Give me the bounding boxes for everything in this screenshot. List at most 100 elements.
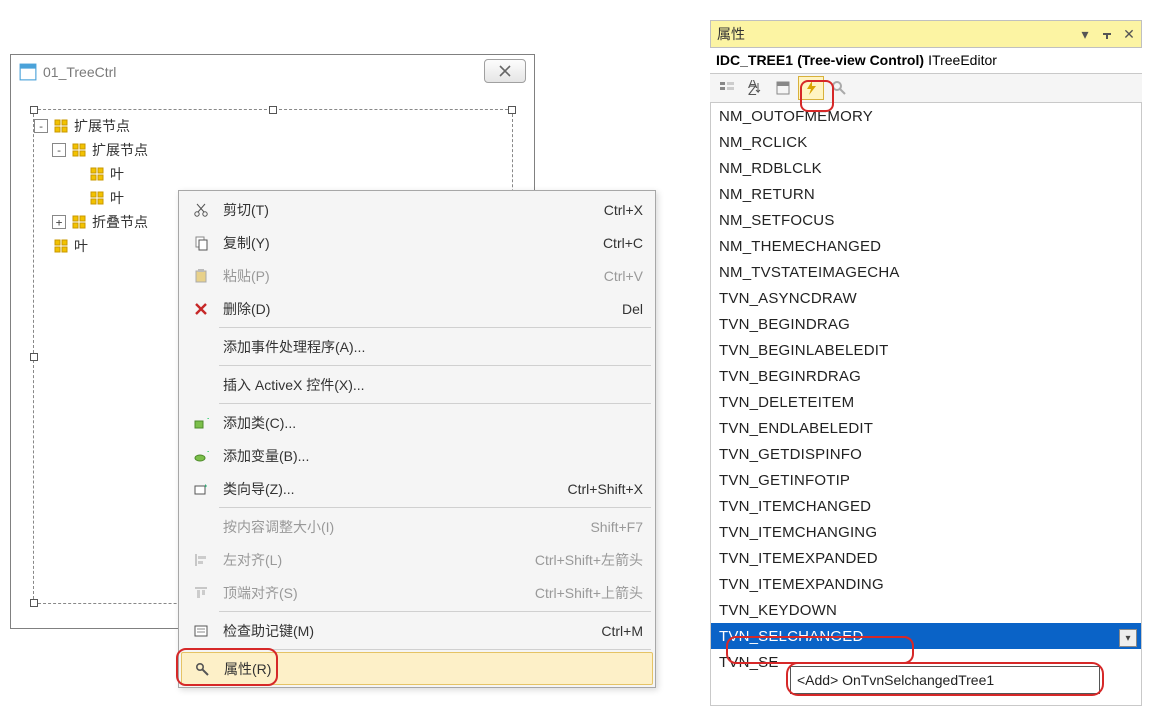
menu-item[interactable]: ﹢添加类(C)... xyxy=(181,406,653,439)
context-menu[interactable]: 剪切(T)Ctrl+X复制(Y)Ctrl+C粘贴(P)Ctrl+V删除(D)De… xyxy=(178,190,656,688)
event-row[interactable]: NM_TVSTATEIMAGECHA xyxy=(711,259,1141,285)
menu-item[interactable]: ﹢ 添加变量(B)... xyxy=(181,439,653,472)
event-row[interactable]: TVN_SELCHANGED xyxy=(711,623,1141,649)
menu-item-shortcut: Del xyxy=(622,301,643,317)
cut-icon xyxy=(185,202,217,218)
app-icon xyxy=(19,63,37,81)
svg-text:﹢: ﹢ xyxy=(203,415,209,425)
resize-handle[interactable] xyxy=(30,106,38,114)
tree-node[interactable]: - 扩展节点 xyxy=(34,138,512,162)
tree-node-icon xyxy=(52,237,70,255)
event-row[interactable]: NM_RETURN xyxy=(711,181,1141,207)
tree-node-label: 叶 xyxy=(110,188,124,208)
menu-item: 左对齐(L)Ctrl+Shift+左箭头 xyxy=(181,543,653,576)
svg-text:﹢: ﹢ xyxy=(203,448,209,458)
menu-item[interactable]: 复制(Y)Ctrl+C xyxy=(181,226,653,259)
tree-node-icon xyxy=(88,165,106,183)
properties-panel-titlebar[interactable]: 属性 ▾ ✕ xyxy=(710,20,1142,48)
events-icon[interactable] xyxy=(798,76,824,100)
messages-icon[interactable] xyxy=(826,76,852,100)
menu-item-label: 删除(D) xyxy=(217,299,622,319)
collapse-icon[interactable]: - xyxy=(52,143,66,157)
menu-item-shortcut: Shift+F7 xyxy=(590,519,643,535)
categorized-icon[interactable] xyxy=(714,76,740,100)
dropdown-icon[interactable]: ▾ xyxy=(1077,26,1093,42)
alignt-icon xyxy=(185,585,217,601)
menu-item-shortcut: Ctrl+Shift+上箭头 xyxy=(535,583,643,603)
menu-item-label: 剪切(T) xyxy=(217,200,604,220)
tree-node[interactable]: - 扩展节点 xyxy=(34,114,512,138)
addclass-icon: ﹢ xyxy=(185,415,217,431)
tree-node-label: 叶 xyxy=(110,164,124,184)
resize-handle[interactable] xyxy=(508,106,516,114)
addvar-icon: ﹢ xyxy=(185,448,217,464)
event-row[interactable]: TVN_ITEMEXPANDED xyxy=(711,545,1141,571)
dialog-titlebar[interactable]: 01_TreeCtrl xyxy=(11,55,534,89)
dialog-title-text: 01_TreeCtrl xyxy=(43,64,116,80)
menu-item-label: 复制(Y) xyxy=(217,233,603,253)
event-row[interactable]: TVN_KEYDOWN xyxy=(711,597,1141,623)
resize-handle[interactable] xyxy=(30,599,38,607)
menu-separator xyxy=(219,611,651,612)
properties-event-list[interactable]: NM_OUTOFMEMORYNM_RCLICKNM_RDBLCLKNM_RETU… xyxy=(710,103,1142,706)
tree-node-label: 扩展节点 xyxy=(92,140,148,160)
menu-separator xyxy=(219,649,651,650)
menu-item-label: 添加变量(B)... xyxy=(217,446,643,466)
menu-item-shortcut: Ctrl+Shift+左箭头 xyxy=(535,550,643,570)
resize-handle[interactable] xyxy=(269,106,277,114)
menu-item[interactable]: 删除(D)Del xyxy=(181,292,653,325)
paste-icon xyxy=(185,268,217,284)
close-icon[interactable]: ✕ xyxy=(1121,26,1137,42)
resize-handle[interactable] xyxy=(30,353,38,361)
menu-item-label: 属性(R) xyxy=(218,659,642,679)
tree-node-label: 扩展节点 xyxy=(74,116,130,136)
menu-item-shortcut: Ctrl+C xyxy=(603,235,643,251)
event-row[interactable]: TVN_ENDLABELEDIT xyxy=(711,415,1141,441)
menu-item-shortcut: Ctrl+M xyxy=(601,623,643,639)
event-row[interactable]: TVN_ITEMEXPANDING xyxy=(711,571,1141,597)
event-row[interactable]: TVN_DELETEITEM xyxy=(711,389,1141,415)
menu-item[interactable]: 添加事件处理程序(A)... xyxy=(181,330,653,363)
add-handler-text: <Add> OnTvnSelchangedTree1 xyxy=(797,672,994,688)
tree-node[interactable]: 叶 xyxy=(34,162,512,186)
event-row[interactable]: TVN_GETINFOTIP xyxy=(711,467,1141,493)
menu-item[interactable]: 剪切(T)Ctrl+X xyxy=(181,193,653,226)
tree-node-icon xyxy=(88,189,106,207)
wizard-icon xyxy=(185,481,217,497)
menu-item[interactable]: 检查助记键(M)Ctrl+M xyxy=(181,614,653,647)
alphabetical-icon[interactable]: AZ xyxy=(742,76,768,100)
properties-icon[interactable] xyxy=(770,76,796,100)
collapse-icon[interactable]: - xyxy=(34,119,48,133)
menu-item-label: 按内容调整大小(I) xyxy=(217,517,590,537)
event-row[interactable]: TVN_GETDISPINFO xyxy=(711,441,1141,467)
event-row[interactable]: TVN_BEGINLABELEDIT xyxy=(711,337,1141,363)
menu-item[interactable]: 插入 ActiveX 控件(X)... xyxy=(181,368,653,401)
event-row[interactable]: TVN_BEGINRDRAG xyxy=(711,363,1141,389)
event-row[interactable]: NM_SETFOCUS xyxy=(711,207,1141,233)
menu-separator xyxy=(219,365,651,366)
event-row[interactable]: TVN_BEGINDRAG xyxy=(711,311,1141,337)
expand-icon[interactable]: + xyxy=(52,215,66,229)
event-row[interactable]: NM_OUTOFMEMORY xyxy=(711,103,1141,129)
menu-item[interactable]: 类向导(Z)...Ctrl+Shift+X xyxy=(181,472,653,505)
event-row[interactable]: TVN_ITEMCHANGING xyxy=(711,519,1141,545)
pin-icon[interactable] xyxy=(1099,26,1115,42)
event-row[interactable]: TVN_ITEMCHANGED xyxy=(711,493,1141,519)
menu-item-label: 左对齐(L) xyxy=(217,550,535,570)
tree-node-icon xyxy=(52,117,70,135)
copy-icon xyxy=(185,235,217,251)
event-row[interactable]: TVN_ASYNCDRAW xyxy=(711,285,1141,311)
add-handler-dropdown[interactable]: <Add> OnTvnSelchangedTree1 xyxy=(790,666,1100,694)
menu-item-shortcut: Ctrl+Shift+X xyxy=(568,481,643,497)
menu-item: 粘贴(P)Ctrl+V xyxy=(181,259,653,292)
scroll-down-button[interactable]: ▾ xyxy=(1119,629,1137,647)
event-row[interactable]: NM_RDBLCLK xyxy=(711,155,1141,181)
tree-node-icon xyxy=(70,141,88,159)
tree-node-label: 叶 xyxy=(74,236,88,256)
dialog-close-button[interactable] xyxy=(484,59,526,83)
menu-item: 顶端对齐(S)Ctrl+Shift+上箭头 xyxy=(181,576,653,609)
event-row[interactable]: NM_THEMECHANGED xyxy=(711,233,1141,259)
event-row[interactable]: NM_RCLICK xyxy=(711,129,1141,155)
menu-item[interactable]: 属性(R) xyxy=(181,652,653,685)
delete-icon xyxy=(185,301,217,317)
